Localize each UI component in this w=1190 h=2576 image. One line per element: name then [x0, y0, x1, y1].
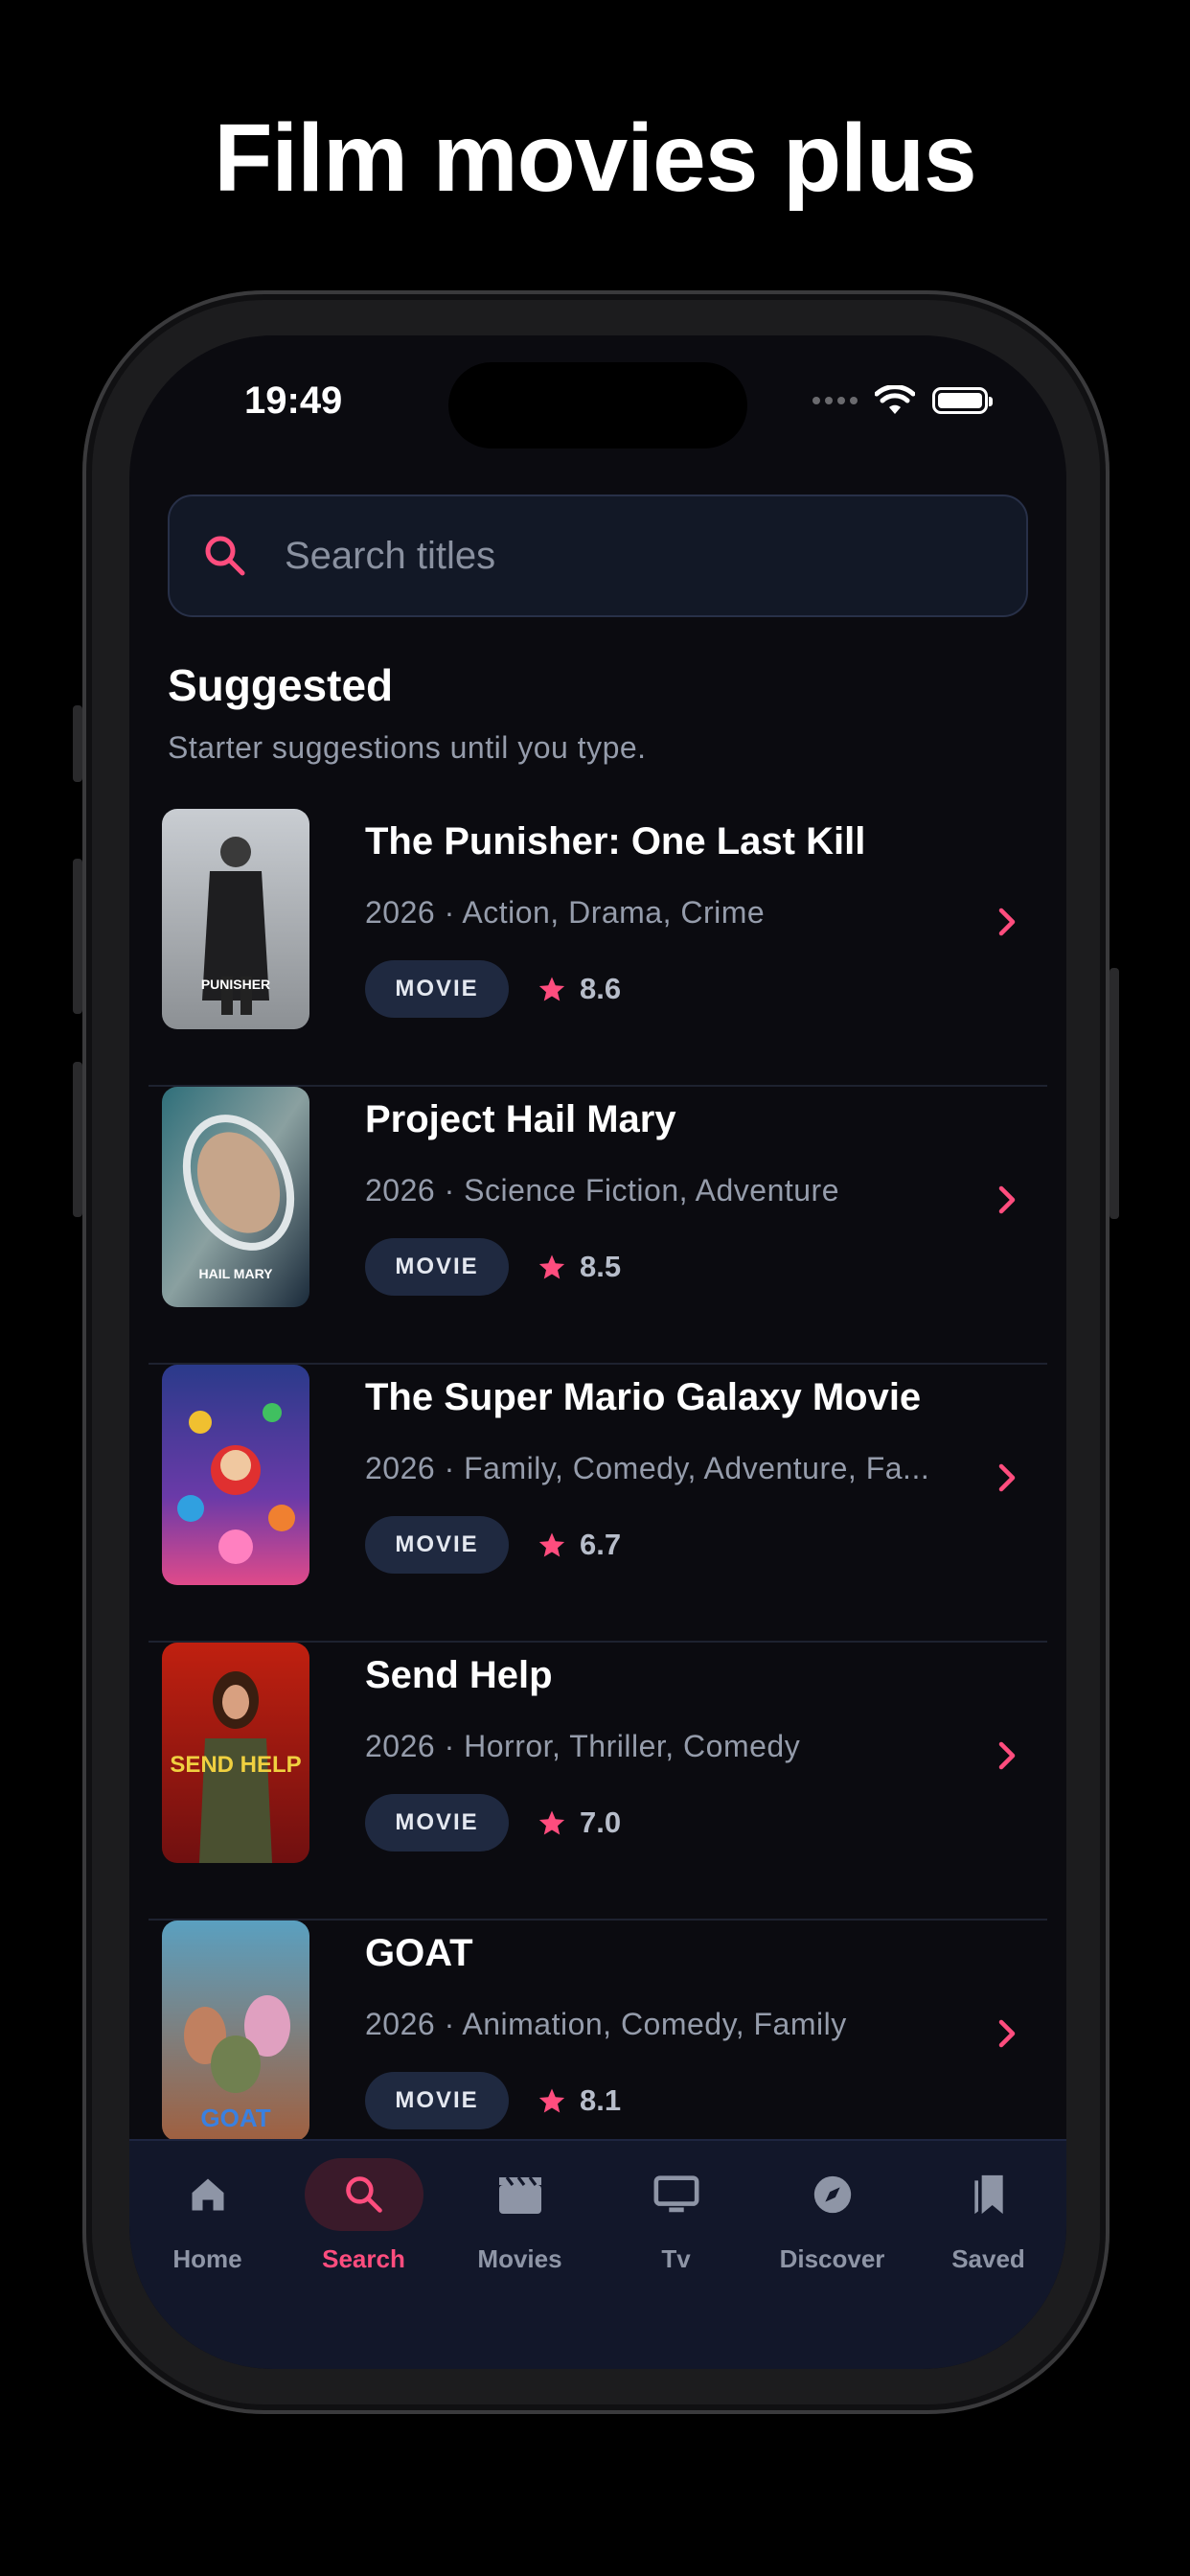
rating-value: 7.0: [580, 1806, 622, 1839]
movie-row[interactable]: HAIL MARY Project Hail Mary 2026 · Scien…: [149, 1087, 1047, 1365]
tab-discover[interactable]: Discover: [754, 2158, 910, 2283]
promo-title: Film movies plus: [214, 104, 976, 212]
dynamic-island: [448, 362, 747, 448]
section-title: Suggested: [168, 660, 394, 710]
bookmark-icon: [973, 2174, 1003, 2215]
search-icon: [205, 536, 245, 576]
home-icon: [192, 2178, 223, 2211]
type-badge: MOVIE: [365, 1516, 509, 1574]
rating: 8.5: [538, 1250, 621, 1284]
rating-value: 8.1: [580, 2083, 622, 2117]
movie-meta: 2026 · Science Fiction, Adventure: [365, 1173, 839, 1208]
rating-value: 8.5: [580, 1250, 622, 1283]
movie-title: Project Hail Mary: [365, 1098, 676, 1140]
movie-poster: PUNISHER: [162, 809, 309, 1029]
phone-volume-up: [73, 859, 82, 1014]
poster-text: GOAT: [200, 2104, 270, 2132]
movie-row[interactable]: The Super Mario Galaxy Movie 2026 · Fami…: [149, 1365, 1047, 1643]
type-badge: MOVIE: [365, 2072, 509, 2129]
compass-icon: [813, 2175, 851, 2214]
star-icon: [538, 977, 565, 1001]
status-time: 19:49: [244, 380, 343, 422]
poster-text: HAIL MARY: [199, 1266, 274, 1281]
tab-label: Movies: [477, 2244, 562, 2273]
chevron-right-icon: [998, 1463, 1016, 1492]
movie-row[interactable]: SEND HELP Send Help 2026 · Horror, Thril…: [149, 1643, 1047, 1920]
movie-title: The Punisher: One Last Kill: [365, 820, 866, 862]
clapperboard-icon: [498, 2176, 541, 2214]
tab-bar: Home Search Movies Tv Discover Saved: [129, 2139, 1066, 2369]
tab-label: Tv: [661, 2244, 691, 2273]
rating-value: 8.6: [580, 972, 622, 1005]
tab-saved[interactable]: Saved: [910, 2158, 1066, 2283]
chevron-right-icon: [998, 908, 1016, 936]
tab-label: Saved: [951, 2244, 1025, 2273]
phone-silent-switch: [73, 705, 82, 782]
poster-text: SEND HELP: [170, 1752, 301, 1778]
movie-poster: GOAT: [162, 1920, 309, 2141]
movie-title: GOAT: [365, 1932, 473, 1974]
rating: 8.6: [538, 972, 621, 1006]
search-bar[interactable]: [168, 494, 1028, 617]
rating-value: 6.7: [580, 1528, 622, 1561]
tv-icon: [653, 2175, 698, 2213]
wifi-icon: [875, 385, 915, 414]
search-input[interactable]: [283, 533, 957, 579]
tab-label: Discover: [779, 2244, 885, 2273]
phone-power-button: [1110, 968, 1119, 1219]
tab-search[interactable]: Search: [286, 2158, 442, 2283]
battery-icon: [932, 387, 993, 414]
poster-text: PUNISHER: [201, 977, 270, 992]
suggestion-list: PUNISHER The Punisher: One Last Kill 202…: [149, 809, 1047, 2196]
movie-poster: SEND HELP: [162, 1643, 309, 1863]
movie-poster: [162, 1365, 309, 1585]
movie-title: The Super Mario Galaxy Movie: [365, 1376, 922, 1418]
rating: 7.0: [538, 1806, 621, 1840]
movie-meta: 2026 · Family, Comedy, Adventure, Fa...: [365, 1451, 930, 1485]
star-icon: [538, 2088, 565, 2113]
phone-volume-down: [73, 1062, 82, 1217]
rating: 8.1: [538, 2083, 621, 2118]
tab-label: Home: [172, 2244, 242, 2273]
search-icon: [345, 2176, 382, 2213]
chevron-right-icon: [998, 1741, 1016, 1770]
chevron-right-icon: [998, 2019, 1016, 2048]
movie-row[interactable]: PUNISHER The Punisher: One Last Kill 202…: [149, 809, 1047, 1087]
movie-meta: 2026 · Animation, Comedy, Family: [365, 2007, 847, 2041]
chevron-right-icon: [998, 1185, 1016, 1214]
section-subtitle: Starter suggestions until you type.: [168, 730, 647, 765]
tab-movies[interactable]: Movies: [442, 2158, 598, 2283]
tab-home[interactable]: Home: [129, 2158, 286, 2283]
signal-icon: [812, 397, 858, 404]
app-screen: 19:49 Suggested Starter suggestions unti…: [129, 335, 1066, 2369]
star-icon: [538, 1810, 565, 1835]
movie-meta: 2026 · Horror, Thriller, Comedy: [365, 1729, 801, 1763]
tab-label: Search: [322, 2244, 405, 2273]
rating: 6.7: [538, 1528, 621, 1562]
movie-title: Send Help: [365, 1654, 553, 1696]
type-badge: MOVIE: [365, 960, 509, 1018]
star-icon: [538, 1532, 565, 1557]
star-icon: [538, 1254, 565, 1279]
status-icons: [812, 385, 993, 416]
tab-tv[interactable]: Tv: [598, 2158, 754, 2283]
movie-poster: HAIL MARY: [162, 1087, 309, 1307]
movie-meta: 2026 · Action, Drama, Crime: [365, 895, 766, 930]
type-badge: MOVIE: [365, 1794, 509, 1852]
type-badge: MOVIE: [365, 1238, 509, 1296]
